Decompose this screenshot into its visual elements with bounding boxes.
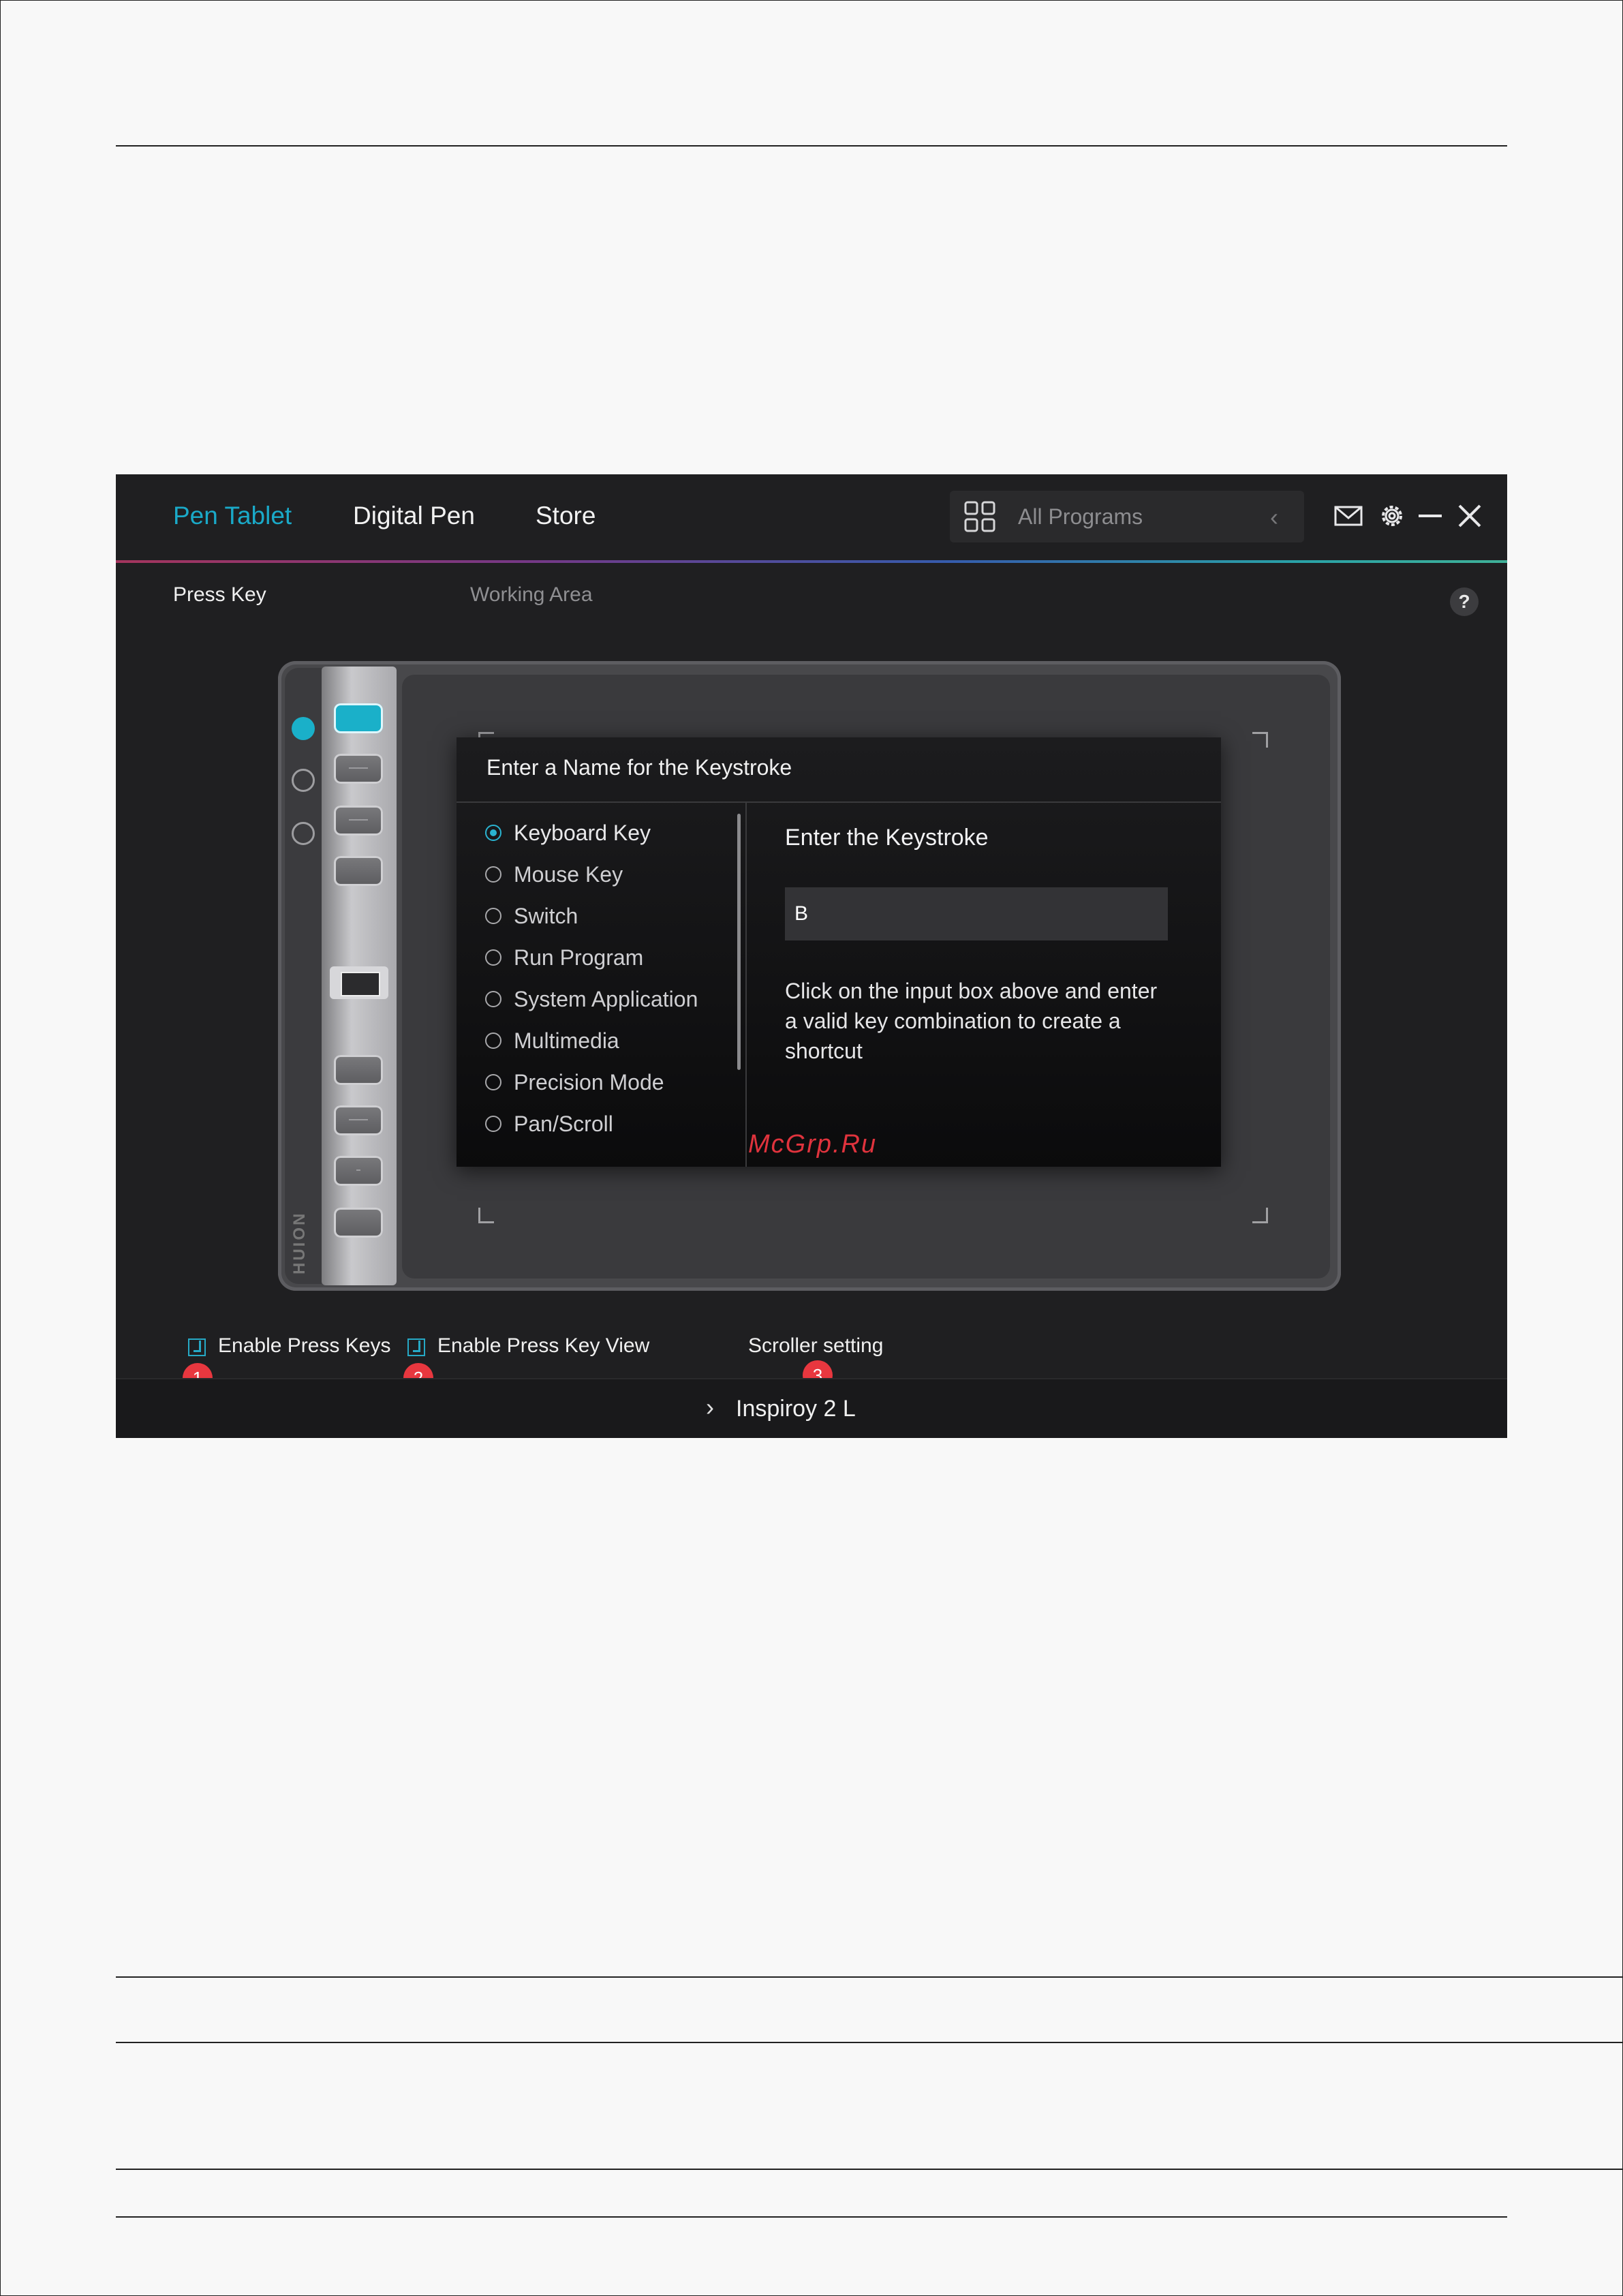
header-gradient-line: [116, 560, 1507, 563]
enable-press-keys-label: Enable Press Keys: [218, 1334, 391, 1357]
grid-icon: [964, 501, 995, 532]
radio[interactable]: [485, 908, 501, 924]
tablet-left-rail: HUION: [285, 668, 322, 1284]
option-run-program[interactable]: Run Program: [485, 940, 730, 974]
subtab-press-key[interactable]: Press Key: [173, 583, 266, 607]
close-icon[interactable]: [1454, 500, 1485, 532]
program-selector[interactable]: All Programs ‹: [950, 491, 1304, 542]
option-keyboard-key[interactable]: Keyboard Key: [485, 815, 730, 849]
footer-rule-1: [116, 1976, 1623, 1978]
enable-press-key-view-checkbox[interactable]: [407, 1338, 425, 1356]
watermark: McGrp.Ru: [748, 1130, 878, 1159]
tab-store[interactable]: Store: [536, 502, 596, 530]
express-key-5[interactable]: [334, 1055, 383, 1085]
express-key-6[interactable]: [334, 1105, 383, 1135]
option-multimedia[interactable]: Multimedia: [485, 1023, 730, 1057]
footer-rule-3: [116, 2169, 1623, 2170]
corner-mark: [1252, 1208, 1268, 1223]
device-bar[interactable]: › Inspiroy 2 L: [116, 1378, 1507, 1438]
keystroke-heading: Enter the Keystroke: [785, 825, 989, 851]
brand-logo: HUION: [290, 1211, 309, 1274]
minimize-icon[interactable]: [1415, 500, 1446, 532]
express-key-1[interactable]: [334, 703, 383, 733]
chevron-right-icon[interactable]: ›: [706, 1393, 714, 1422]
top-rule: [116, 145, 1507, 147]
footer-rule-2: [116, 2042, 1623, 2043]
option-label: Switch: [514, 904, 578, 928]
dialog-separator: [745, 803, 747, 1167]
express-key-4[interactable]: [334, 856, 383, 886]
option-pan-scroll[interactable]: Pan/Scroll: [485, 1106, 730, 1140]
keystroke-input[interactable]: [785, 887, 1168, 940]
rail-indicator[interactable]: [292, 822, 315, 845]
dialog-title: Enter a Name for the Keystroke: [486, 755, 792, 780]
enable-press-keys-checkbox[interactable]: [188, 1338, 206, 1356]
keystroke-dialog: Enter a Name for the Keystroke Keyboard …: [457, 737, 1221, 1167]
express-key-8[interactable]: [334, 1208, 383, 1238]
tab-pen-tablet[interactable]: Pen Tablet: [173, 502, 292, 530]
express-key-strip: [322, 667, 397, 1285]
radio[interactable]: [485, 949, 501, 966]
keystroke-hint: Click on the input box above and enter a…: [785, 979, 1158, 1063]
option-label: Pan/Scroll: [514, 1112, 613, 1136]
express-key-2[interactable]: [334, 754, 383, 784]
option-system-application[interactable]: System Application: [485, 981, 730, 1015]
rail-indicator[interactable]: [292, 769, 315, 792]
help-button[interactable]: ?: [1450, 587, 1479, 616]
tab-digital-pen[interactable]: Digital Pen: [353, 502, 475, 530]
option-mouse-key[interactable]: Mouse Key: [485, 857, 730, 891]
gear-icon[interactable]: [1376, 500, 1408, 532]
rail-indicator-active[interactable]: [292, 717, 315, 740]
app-window: Pen Tablet Digital Pen Store All Program…: [116, 474, 1507, 1438]
corner-mark: [478, 1208, 494, 1223]
radio[interactable]: [485, 866, 501, 883]
scroll-dial[interactable]: [330, 966, 388, 999]
option-label: Keyboard Key: [514, 821, 651, 845]
option-label: Run Program: [514, 945, 644, 970]
option-label: Precision Mode: [514, 1070, 664, 1095]
radio[interactable]: [485, 991, 501, 1007]
options-scrollbar[interactable]: [737, 814, 741, 1070]
scroller-setting-link[interactable]: Scroller setting: [748, 1334, 883, 1358]
top-bar: Pen Tablet Digital Pen Store All Program…: [116, 474, 1507, 563]
device-name: Inspiroy 2 L: [736, 1396, 856, 1422]
option-label: Multimedia: [514, 1028, 619, 1053]
radio[interactable]: [485, 1032, 501, 1049]
footer-rule-4: [116, 2216, 1507, 2218]
mail-icon[interactable]: [1333, 500, 1364, 532]
radio[interactable]: [485, 1074, 501, 1090]
corner-mark: [1252, 732, 1268, 748]
express-key-3[interactable]: [334, 806, 383, 836]
dialog-divider: [457, 801, 1221, 803]
option-switch[interactable]: Switch: [485, 898, 730, 932]
radio-selected[interactable]: [485, 825, 501, 841]
subtab-working-area[interactable]: Working Area: [470, 583, 593, 607]
chevron-left-icon[interactable]: ‹: [1270, 503, 1278, 532]
program-selector-label: All Programs: [1018, 504, 1143, 529]
express-key-7[interactable]: [334, 1156, 383, 1186]
enable-press-key-view-label: Enable Press Key View: [437, 1334, 650, 1357]
option-precision-mode[interactable]: Precision Mode: [485, 1065, 730, 1099]
option-label: Mouse Key: [514, 862, 623, 887]
option-label: System Application: [514, 987, 698, 1011]
radio[interactable]: [485, 1116, 501, 1132]
